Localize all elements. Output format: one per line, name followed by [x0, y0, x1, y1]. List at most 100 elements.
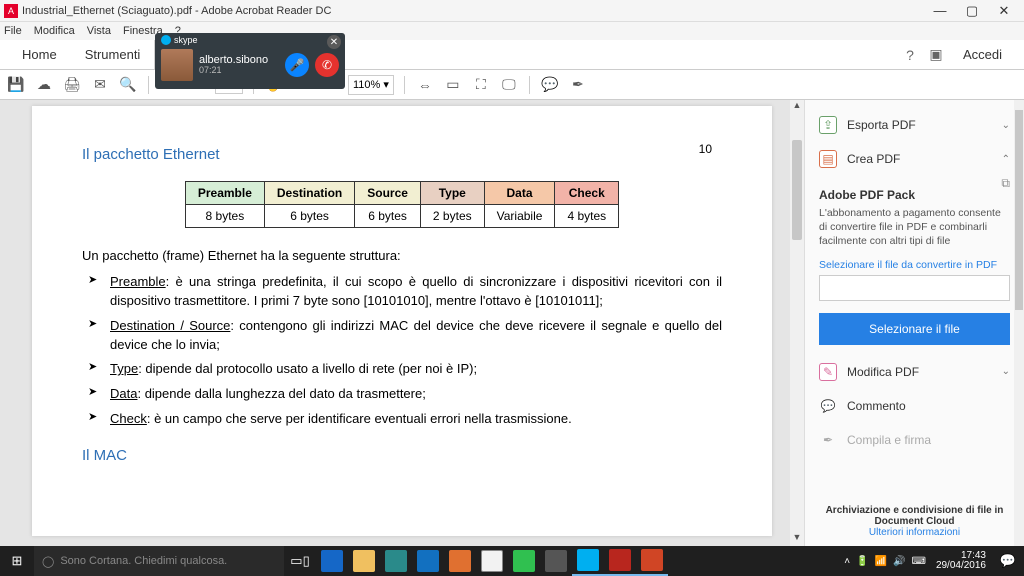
- skype-avatar: [161, 49, 193, 81]
- task-view-icon[interactable]: ▭▯: [284, 546, 316, 576]
- taskbar-clock[interactable]: 17:43 29/04/2016: [930, 551, 992, 571]
- doc-scrollbar[interactable]: ▲ ▼: [790, 100, 804, 546]
- skype-caller-name: alberto.sibono 07:21: [199, 54, 279, 76]
- taskbar-whatsapp[interactable]: [508, 546, 540, 576]
- panel-comment[interactable]: 💬 Commento: [805, 389, 1024, 423]
- taskbar-explorer[interactable]: [348, 546, 380, 576]
- maximize-button[interactable]: ▢: [956, 3, 988, 19]
- panel-fill-label: Compila e firma: [847, 433, 931, 447]
- print-icon[interactable]: 🖨: [62, 75, 82, 95]
- minimize-button[interactable]: —: [924, 3, 956, 18]
- td-preamble: 8 bytes: [185, 205, 264, 228]
- comment-icon[interactable]: 💬: [540, 75, 560, 95]
- taskbar-skype[interactable]: [572, 546, 604, 576]
- menu-view[interactable]: Vista: [87, 25, 111, 37]
- skype-logo: skype: [161, 35, 198, 45]
- fit-width-icon[interactable]: ⇔: [415, 75, 435, 95]
- taskbar-firefox[interactable]: [444, 546, 476, 576]
- taskbar-television[interactable]: [540, 546, 572, 576]
- skype-close-button[interactable]: ✕: [327, 35, 341, 49]
- start-button[interactable]: ⊞: [0, 553, 34, 569]
- th-destination: Destination: [264, 182, 354, 205]
- action-center-icon[interactable]: 💬: [992, 546, 1024, 576]
- login-button[interactable]: Accedi: [949, 40, 1016, 69]
- read-mode-icon[interactable]: 🖵: [499, 75, 519, 95]
- tray-battery-icon[interactable]: 🔋: [856, 556, 868, 567]
- th-preamble: Preamble: [185, 182, 264, 205]
- taskbar-edge[interactable]: [316, 546, 348, 576]
- tray-network-icon[interactable]: 📶: [875, 556, 887, 567]
- tab-home[interactable]: Home: [8, 40, 71, 69]
- pack-desc: L'abbonamento a pagamento consente di co…: [819, 206, 1010, 249]
- fullscreen-icon[interactable]: ⛶: [471, 75, 491, 95]
- taskbar-mail[interactable]: [412, 546, 444, 576]
- chevron-down-icon: ⌄: [1002, 366, 1010, 377]
- select-file-link[interactable]: Selezionare il file da convertire in PDF: [819, 259, 1010, 271]
- skype-mute-button[interactable]: 🎤: [285, 53, 309, 77]
- cloud-title: Archiviazione e condivisione di file in …: [805, 505, 1024, 527]
- scroll-down-icon[interactable]: ▼: [790, 532, 804, 546]
- help-icon[interactable]: ?: [897, 47, 923, 63]
- panel-scrollbar[interactable]: [1014, 100, 1024, 546]
- cloud-icon[interactable]: ☁: [34, 75, 54, 95]
- doc-intro: Un pacchetto (frame) Ethernet ha la segu…: [82, 248, 722, 263]
- export-pdf-icon: ⇪: [819, 116, 837, 134]
- panel-export-pdf[interactable]: ⇪ Esporta PDF ⌄: [805, 108, 1024, 142]
- tray-volume-icon[interactable]: 🔊: [893, 556, 905, 567]
- select-file-button[interactable]: Selezionare il file: [819, 313, 1010, 345]
- taskbar-powerpoint[interactable]: [636, 546, 668, 576]
- copy-icon[interactable]: ⧉: [1001, 176, 1010, 191]
- taskbar-acrobat[interactable]: [604, 546, 636, 576]
- th-type: Type: [420, 182, 484, 205]
- search-icon[interactable]: 🔍: [118, 75, 138, 95]
- pdf-page: 10 Il pacchetto Ethernet Preamble Destin…: [32, 106, 772, 536]
- list-item: Check: è un campo che serve per identifi…: [110, 410, 722, 429]
- window-title: Industrial_Ethernet (Sciaguato).pdf - Ad…: [22, 5, 924, 17]
- doc-bullet-list: Preamble: è una stringa predefinita, il …: [82, 273, 722, 429]
- skype-call-overlay[interactable]: skype ✕ alberto.sibono 07:21 🎤 ✆: [155, 33, 345, 89]
- taskbar-chrome[interactable]: [476, 546, 508, 576]
- doc-heading-mac: Il MAC: [82, 447, 722, 464]
- list-item: Destination / Source: contengono gli ind…: [110, 317, 722, 355]
- panel-edit-label: Modifica PDF: [847, 365, 919, 379]
- comment-panel-icon: 💬: [819, 397, 837, 415]
- cortana-search[interactable]: ◯ Sono Cortana. Chiedimi qualcosa.: [34, 546, 284, 576]
- panel-create-pdf[interactable]: ▤ Crea PDF ⌃: [805, 142, 1024, 176]
- mail-icon[interactable]: ✉: [90, 75, 110, 95]
- close-button[interactable]: ✕: [988, 3, 1020, 19]
- system-tray[interactable]: ˄ 🔋 📶 🔊 ⌨: [840, 556, 930, 567]
- menu-edit[interactable]: Modifica: [34, 25, 75, 37]
- file-input[interactable]: [819, 275, 1010, 301]
- skype-hangup-button[interactable]: ✆: [315, 53, 339, 77]
- sign-icon[interactable]: ✒: [568, 75, 588, 95]
- fit-page-icon[interactable]: ▭: [443, 75, 463, 95]
- tray-chevron-icon[interactable]: ˄: [844, 556, 850, 567]
- zoom-level[interactable]: 110% ▾: [348, 75, 394, 95]
- cloud-more-link[interactable]: Ulteriori informazioni: [805, 527, 1024, 538]
- cortana-placeholder: Sono Cortana. Chiedimi qualcosa.: [60, 555, 227, 567]
- menu-file[interactable]: File: [4, 25, 22, 37]
- fill-sign-icon: ✒: [819, 431, 837, 449]
- th-source: Source: [355, 182, 421, 205]
- chevron-down-icon: ⌄: [1002, 120, 1010, 131]
- panel-edit-pdf[interactable]: ✎ Modifica PDF ⌄: [805, 355, 1024, 389]
- scroll-up-icon[interactable]: ▲: [790, 100, 804, 114]
- doc-heading: Il pacchetto Ethernet: [82, 146, 722, 163]
- th-check: Check: [555, 182, 619, 205]
- notification-icon[interactable]: ▣: [923, 46, 949, 63]
- chevron-up-icon: ⌃: [1002, 154, 1010, 165]
- ethernet-frame-table: Preamble Destination Source Type Data Ch…: [185, 181, 619, 228]
- acrobat-app-icon: A: [4, 4, 18, 18]
- create-pdf-icon: ▤: [819, 150, 837, 168]
- tray-keyboard-icon[interactable]: ⌨: [912, 556, 926, 567]
- save-icon[interactable]: 💾: [6, 75, 26, 95]
- td-source: 6 bytes: [355, 205, 421, 228]
- th-data: Data: [484, 182, 555, 205]
- panel-create-label: Crea PDF: [847, 152, 900, 166]
- scroll-thumb[interactable]: [792, 140, 802, 240]
- list-item: Type: dipende dal protocollo usato a liv…: [110, 360, 722, 379]
- taskbar-store[interactable]: [380, 546, 412, 576]
- tab-tools[interactable]: Strumenti: [71, 40, 155, 69]
- panel-fill-sign[interactable]: ✒ Compila e firma: [805, 423, 1024, 457]
- list-item: Data: dipende dalla lunghezza del dato d…: [110, 385, 722, 404]
